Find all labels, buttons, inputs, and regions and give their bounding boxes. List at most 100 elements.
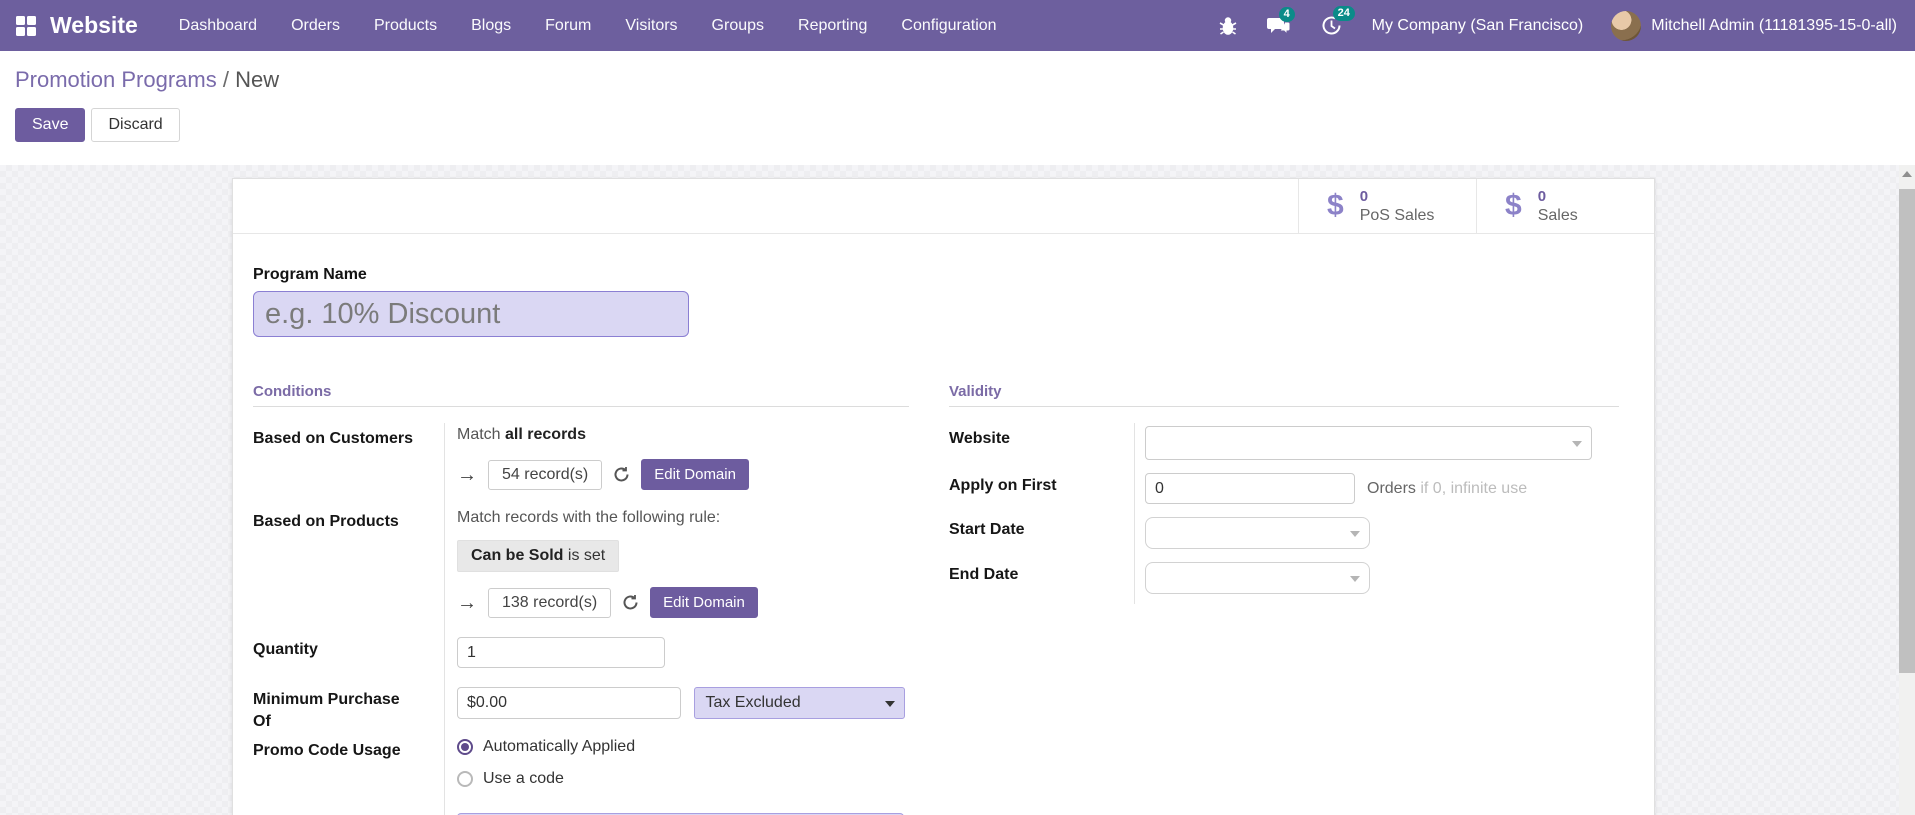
conditions-title: Conditions	[253, 383, 909, 407]
arrow-right-icon: →	[457, 591, 477, 614]
breadcrumb: Promotion Programs / New	[15, 67, 1915, 93]
vertical-scrollbar[interactable]	[1899, 165, 1915, 815]
scrollbar-thumb[interactable]	[1899, 189, 1915, 673]
start-date-row: Start Date	[949, 514, 1619, 559]
customers-record-count-button[interactable]: 54 record(s)	[488, 459, 603, 490]
save-button[interactable]: Save	[15, 108, 86, 142]
customers-match-value: all records	[505, 426, 586, 443]
sales-label: Sales	[1537, 206, 1578, 224]
nav-item-products[interactable]: Products	[357, 2, 454, 50]
products-rule-text: Match records with the following rule:	[457, 509, 721, 526]
sales-count: 0	[1537, 187, 1547, 205]
radio-unselected-icon	[457, 771, 473, 787]
domain-rule-chip[interactable]: Can be Sold is set	[457, 540, 620, 572]
radio-selected-icon	[457, 739, 473, 755]
apps-menu-icon[interactable]	[16, 15, 36, 36]
company-row: Company My Company (San Francisco)	[253, 810, 909, 815]
debug-bug-icon[interactable]	[1219, 16, 1237, 36]
control-panel: Promotion Programs / New Save Discard	[0, 51, 1915, 165]
scrollbar-up-icon[interactable]	[1899, 165, 1915, 182]
tax-mode-value: Tax Excluded	[705, 694, 801, 711]
user-name: Mitchell Admin (11181395-15-0-all)	[1651, 16, 1897, 34]
breadcrumb-parent[interactable]: Promotion Programs	[15, 67, 217, 92]
top-nav: Website Dashboard Orders Products Blogs …	[0, 0, 1915, 51]
based-on-products-label: Based on Products	[253, 513, 399, 530]
validity-title: Validity	[949, 383, 1619, 407]
messages-icon[interactable]: 4	[1266, 6, 1295, 36]
program-name-label: Program Name	[253, 266, 367, 283]
breadcrumb-current: New	[235, 67, 280, 92]
breadcrumb-separator: /	[222, 67, 236, 92]
quantity-input[interactable]	[457, 637, 665, 668]
quantity-label: Quantity	[253, 641, 318, 658]
apply-on-first-row: Apply on First Orders if 0, infinite use	[949, 470, 1619, 514]
products-edit-domain-button[interactable]: Edit Domain	[650, 587, 758, 618]
radio-use-a-code-label: Use a code	[483, 770, 564, 787]
arrow-right-icon: →	[457, 463, 477, 486]
start-date-select[interactable]	[1145, 517, 1370, 549]
promo-code-usage-row: Promo Code Usage Automatically Applied U…	[253, 735, 909, 810]
refresh-icon[interactable]	[613, 466, 630, 483]
apply-on-first-input[interactable]	[1145, 473, 1355, 504]
refresh-icon[interactable]	[622, 594, 639, 611]
radio-automatically-applied[interactable]: Automatically Applied	[457, 738, 909, 756]
nav-item-visitors[interactable]: Visitors	[608, 2, 694, 50]
app-brand[interactable]: Website	[50, 12, 138, 39]
nav-item-dashboard[interactable]: Dashboard	[162, 2, 274, 50]
website-row: Website	[949, 423, 1619, 470]
program-name-block: Program Name	[253, 266, 1619, 337]
dollar-icon: $	[1327, 189, 1344, 222]
products-record-count-button[interactable]: 138 record(s)	[488, 587, 612, 618]
end-date-row: End Date	[949, 559, 1619, 604]
apply-on-first-suffix: Orders	[1367, 479, 1416, 497]
nav-item-blogs[interactable]: Blogs	[454, 2, 528, 50]
activities-icon[interactable]: 24	[1321, 6, 1355, 36]
activities-badge: 24	[1332, 6, 1355, 21]
website-label: Website	[949, 430, 1011, 447]
start-date-label: Start Date	[949, 521, 1025, 538]
based-on-products-row: Based on Products Match records with the…	[253, 506, 909, 634]
chevron-down-icon	[885, 701, 896, 707]
stat-button-sales[interactable]: $ 0 Sales	[1476, 179, 1654, 233]
website-select[interactable]	[1145, 426, 1592, 460]
nav-item-reporting[interactable]: Reporting	[781, 2, 884, 50]
domain-rule-operator: is set	[567, 547, 606, 564]
nav-item-configuration[interactable]: Configuration	[884, 2, 1013, 50]
messages-badge: 4	[1278, 6, 1295, 22]
program-name-input[interactable]	[253, 291, 689, 337]
customers-edit-domain-button[interactable]: Edit Domain	[641, 459, 749, 490]
radio-use-a-code[interactable]: Use a code	[457, 770, 909, 788]
nav-item-orders[interactable]: Orders	[274, 2, 357, 50]
end-date-select[interactable]	[1145, 562, 1370, 594]
end-date-label: End Date	[949, 566, 1019, 583]
apply-on-first-label: Apply on First	[949, 477, 1057, 494]
nav-item-forum[interactable]: Forum	[528, 2, 608, 50]
avatar	[1611, 10, 1642, 41]
form-view: $ 0 PoS Sales $ 0 Sales Program Name e.g…	[0, 165, 1915, 815]
customers-match-prefix: Match	[457, 426, 501, 443]
based-on-customers-label: Based on Customers	[253, 430, 414, 447]
minimum-purchase-row: Minimum Purchase Of Tax Excluded	[253, 684, 909, 735]
chevron-down-icon	[1350, 531, 1360, 537]
pos-sales-label: PoS Sales	[1359, 206, 1435, 224]
minimum-purchase-input[interactable]	[457, 687, 681, 719]
based-on-customers-row: Based on Customers Match all records → 5…	[253, 423, 909, 506]
apply-on-first-hint: if 0, infinite use	[1420, 479, 1528, 497]
radio-automatically-applied-label: Automatically Applied	[483, 738, 636, 755]
domain-rule-field: Can be Sold	[471, 547, 564, 564]
discard-button[interactable]: Discard	[91, 108, 180, 142]
stat-button-box: $ 0 PoS Sales $ 0 Sales	[233, 179, 1654, 234]
validity-group: Validity Website Apply on First 0 Orders…	[949, 383, 1619, 815]
stat-button-pos-sales[interactable]: $ 0 PoS Sales	[1298, 179, 1476, 233]
tax-mode-select[interactable]: Tax Excluded	[694, 687, 906, 719]
minimum-purchase-label: Minimum Purchase Of	[253, 691, 400, 730]
conditions-group: Conditions Based on Customers Match all …	[253, 383, 909, 815]
form-sheet: $ 0 PoS Sales $ 0 Sales Program Name e.g…	[232, 178, 1655, 815]
company-label: Company	[253, 810, 444, 815]
chevron-down-icon	[1572, 441, 1582, 447]
user-menu[interactable]: Mitchell Admin (11181395-15-0-all)	[1611, 10, 1897, 41]
nav-item-groups[interactable]: Groups	[695, 2, 781, 50]
company-switcher[interactable]: My Company (San Francisco)	[1372, 17, 1584, 35]
pos-sales-count: 0	[1359, 187, 1369, 205]
quantity-row: Quantity	[253, 634, 909, 684]
